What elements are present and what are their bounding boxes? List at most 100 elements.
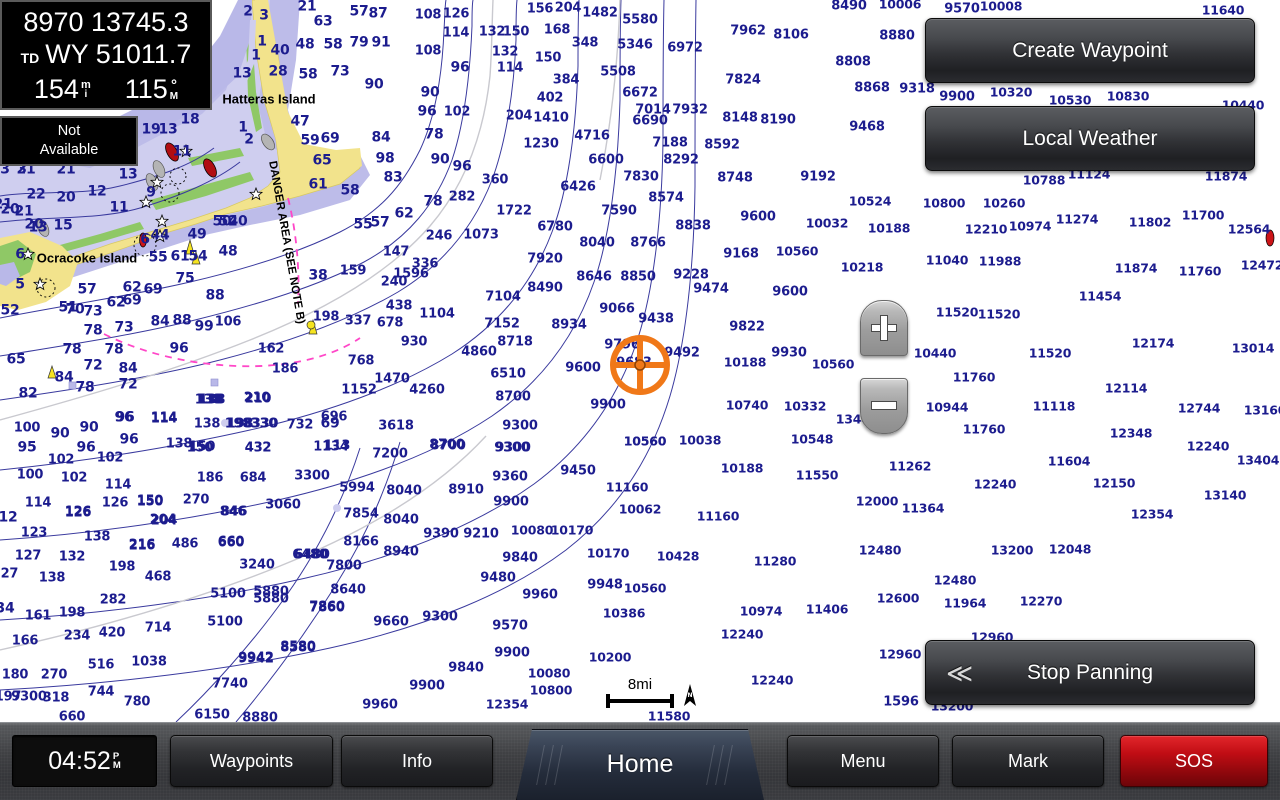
depth-sounding: 7152 [484,316,520,332]
depth-sounding: 132 [491,44,519,60]
depth-sounding: 7200 [372,446,408,462]
scale-bar-label: 8mi [627,676,653,693]
depth-sounding: 126 [101,495,129,511]
depth-sounding: 330 [251,416,279,432]
svg-text:N: N [687,692,692,699]
depth-sounding: 246 [425,228,453,244]
depth-sounding: 11454 [1078,288,1122,304]
depth-sounding: 186 [196,470,224,486]
depth-sounding: 930 [400,334,428,350]
depth-sounding: 88 [205,287,225,304]
double-chevron-left-icon: ≪ [946,657,974,688]
depth-sounding: 156 [526,1,554,17]
depth-sounding: 13014 [1231,340,1275,356]
waypoints-button[interactable]: Waypoints [170,735,333,787]
depth-sounding: 102 [60,470,88,486]
depth-sounding: 9066 [599,301,635,317]
depth-sounding: 90 [50,425,70,442]
depth-sounding: 12150 [1092,475,1136,491]
depth-sounding: 1 [251,47,261,64]
stop-panning-button[interactable]: ≪ Stop Panning [925,640,1255,705]
depth-sounding: 9300 [502,418,538,434]
depth-sounding: 72 [83,357,103,374]
depth-sounding: 10386 [602,605,646,621]
depth-sounding: 5100 [207,614,243,630]
depth-sounding: 78 [75,379,95,396]
depth-sounding: 95 [17,439,37,456]
depth-sounding: 6480 [294,547,330,563]
depth-sounding: 282 [99,592,127,608]
depth-sounding: 7854 [343,506,379,522]
depth-sounding: 12472 [1240,257,1280,273]
north-arrow-icon: N [682,684,698,710]
depth-sounding: 62 [394,205,414,222]
depth-sounding: 13404 [1236,452,1280,468]
create-waypoint-label: Create Waypoint [1012,38,1168,62]
loran-td-line-1: 8970 13745.3 [23,7,189,37]
create-waypoint-button[interactable]: Create Waypoint [925,18,1255,83]
depth-sounding: 13140 [1203,487,1247,503]
home-button[interactable]: Home [516,729,764,800]
depth-sounding: 49 [187,226,207,243]
depth-sounding: 28 [268,63,288,80]
depth-sounding: 12744 [1177,400,1221,416]
depth-sounding: 10740 [725,397,769,413]
status-line-2: Available [39,142,99,158]
depth-sounding: 57 [349,3,369,20]
depth-sounding: 1134 [313,439,349,455]
zoom-in-button[interactable] [860,300,908,356]
depth-sounding: 12240 [973,476,1017,492]
depth-sounding: 138 [196,392,224,408]
depth-sounding: 63 [313,13,333,30]
depth-sounding: 9900 [494,645,530,661]
depth-sounding: 96 [417,103,437,120]
depth-sounding: 102 [47,452,75,468]
depth-sounding: 90 [430,151,450,168]
depth-sounding: 84 [54,369,74,386]
depth-sounding: 96 [452,158,472,175]
depth-sounding: 9192 [800,169,836,185]
depth-sounding: 9450 [560,463,596,479]
info-button[interactable]: Info [341,735,493,787]
map-cursor-crosshair[interactable] [608,333,672,397]
depth-sounding: 73 [330,63,350,80]
depth-sounding: 9168 [723,246,759,262]
depth-sounding: 10080 [510,522,554,538]
bearing-unit: ° M [169,76,179,102]
depth-sounding: 438 [385,298,413,314]
menu-button[interactable]: Menu [787,735,939,787]
depth-sounding: 10188 [867,220,911,236]
depth-sounding: 6 [15,246,25,263]
depth-sounding: 660 [217,535,245,551]
depth-sounding: 150 [502,24,530,40]
depth-sounding: 84 [118,360,138,377]
depth-sounding: 660 [58,709,86,723]
depth-sounding: 1 [238,119,248,136]
depth-sounding: 9474 [693,281,729,297]
local-weather-button[interactable]: Local Weather [925,106,1255,171]
depth-sounding: 162 [257,341,285,357]
depth-sounding: 240 [380,274,408,290]
zoom-out-button[interactable] [860,378,908,434]
depth-sounding: 9 [146,184,156,201]
depth-sounding: 282 [448,189,476,205]
depth-sounding: 8592 [704,137,740,153]
depth-sounding: 9468 [849,119,885,135]
depth-sounding: 1152 [341,382,377,398]
depth-sounding: 846 [220,504,248,520]
depth-sounding: 11274 [1055,211,1099,227]
depth-sounding: 5994 [339,480,375,496]
depth-sounding: 270 [40,667,68,683]
depth-sounding: 1073 [463,227,499,243]
depth-sounding: 90 [79,419,99,436]
depth-sounding: 10218 [840,259,884,275]
depth-sounding: 11964 [943,595,987,611]
depth-sounding: 8106 [773,27,809,43]
depth-sounding: 9600 [565,360,601,376]
chart-map[interactable]: Hatteras Island Ocracoke Island DANGER A… [0,0,1280,722]
depth-sounding: 8646 [576,269,612,285]
depth-sounding: 150 [136,494,164,510]
mark-button[interactable]: Mark [952,735,1104,787]
sos-button[interactable]: SOS [1120,735,1268,787]
clock-display[interactable]: 04:52 P M [12,735,157,787]
